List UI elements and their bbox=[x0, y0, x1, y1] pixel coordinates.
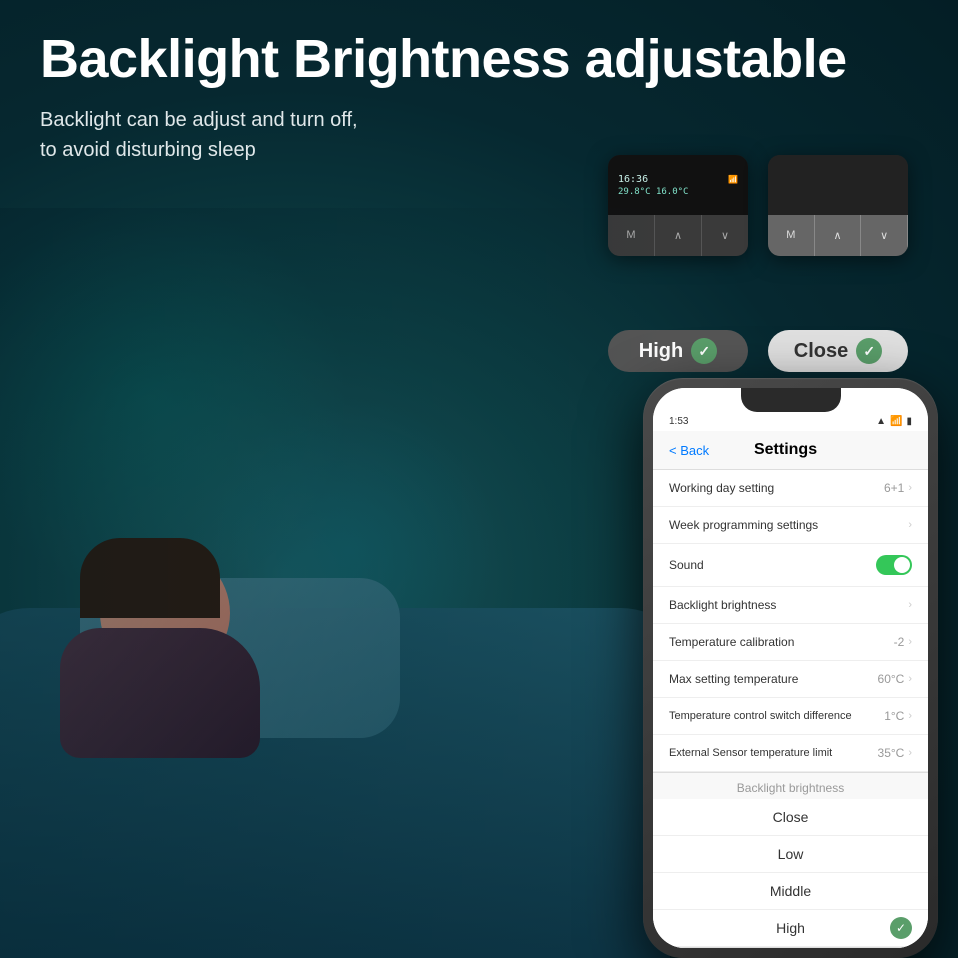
settings-value-max-temp: 60°C › bbox=[878, 672, 912, 686]
signal-icon: ▲ bbox=[876, 416, 886, 427]
nav-back-button[interactable]: < Back bbox=[669, 443, 709, 458]
settings-value-working-day: 6+1 › bbox=[884, 481, 912, 495]
chevron-icon-1: › bbox=[908, 482, 912, 494]
picker-check-high: ✓ bbox=[890, 917, 912, 939]
settings-list: Working day setting 6+1 › Week programmi… bbox=[653, 470, 928, 772]
chevron-icon-3: › bbox=[908, 599, 912, 611]
battery-icon: ▮ bbox=[906, 416, 912, 427]
phone-mockup: 1:53 ▲ 📶 ▮ < Back Settings Working day s… bbox=[643, 378, 938, 958]
picker-section: Backlight brightness Close Low Middle Hi… bbox=[653, 772, 928, 948]
chevron-icon-6: › bbox=[908, 710, 912, 722]
chevron-icon-7: › bbox=[908, 747, 912, 759]
status-icons: ▲ 📶 ▮ bbox=[876, 416, 912, 427]
settings-item-sensor-limit[interactable]: External Sensor temperature limit 35°C › bbox=[653, 735, 928, 772]
settings-item-working-day[interactable]: Working day setting 6+1 › bbox=[653, 470, 928, 507]
nav-title: Settings bbox=[709, 441, 862, 459]
picker-item-high[interactable]: High ✓ bbox=[653, 910, 928, 947]
settings-label-temp-cal: Temperature calibration bbox=[669, 635, 794, 649]
settings-label-week-prog: Week programming settings bbox=[669, 518, 818, 532]
phone-nav-bar: < Back Settings bbox=[653, 431, 928, 470]
chevron-icon-4: › bbox=[908, 636, 912, 648]
settings-label-backlight: Backlight brightness bbox=[669, 598, 776, 612]
phone-screen: 1:53 ▲ 📶 ▮ < Back Settings Working day s… bbox=[653, 388, 928, 948]
settings-label-max-temp: Max setting temperature bbox=[669, 672, 798, 686]
sound-toggle[interactable] bbox=[876, 555, 912, 575]
settings-item-switch-diff[interactable]: Temperature control switch difference 1°… bbox=[653, 698, 928, 735]
settings-item-sound[interactable]: Sound bbox=[653, 544, 928, 587]
settings-item-backlight[interactable]: Backlight brightness › bbox=[653, 587, 928, 624]
phone-outer: 1:53 ▲ 📶 ▮ < Back Settings Working day s… bbox=[643, 378, 938, 958]
picker-item-close[interactable]: Close bbox=[653, 799, 928, 836]
settings-label-sound: Sound bbox=[669, 558, 704, 572]
settings-item-week-programming[interactable]: Week programming settings › bbox=[653, 507, 928, 544]
subtitle: Backlight can be adjust and turn off, to… bbox=[40, 105, 520, 165]
settings-label-switch-diff: Temperature control switch difference bbox=[669, 710, 852, 722]
settings-value-week-prog: › bbox=[908, 519, 912, 531]
settings-label-sensor-limit: External Sensor temperature limit bbox=[669, 747, 832, 759]
picker-item-middle[interactable]: Middle bbox=[653, 873, 928, 910]
settings-value-backlight: › bbox=[908, 599, 912, 611]
chevron-icon-5: › bbox=[908, 673, 912, 685]
phone-notch bbox=[741, 388, 841, 412]
done-button[interactable]: Done bbox=[653, 947, 928, 948]
settings-value-switch-diff: 1°C › bbox=[884, 709, 912, 723]
settings-value-temp-cal: -2 › bbox=[894, 635, 912, 649]
page-headline: Backlight Brightness adjustable bbox=[40, 30, 918, 89]
settings-item-temp-calibration[interactable]: Temperature calibration -2 › bbox=[653, 624, 928, 661]
picker-title: Backlight brightness bbox=[653, 773, 928, 799]
settings-item-max-temp[interactable]: Max setting temperature 60°C › bbox=[653, 661, 928, 698]
settings-value-sensor-limit: 35°C › bbox=[878, 746, 912, 760]
settings-label-working-day: Working day setting bbox=[669, 481, 774, 495]
status-time: 1:53 bbox=[669, 416, 688, 427]
chevron-icon-2: › bbox=[908, 519, 912, 531]
picker-item-low[interactable]: Low bbox=[653, 836, 928, 873]
wifi-icon: 📶 bbox=[890, 416, 902, 427]
